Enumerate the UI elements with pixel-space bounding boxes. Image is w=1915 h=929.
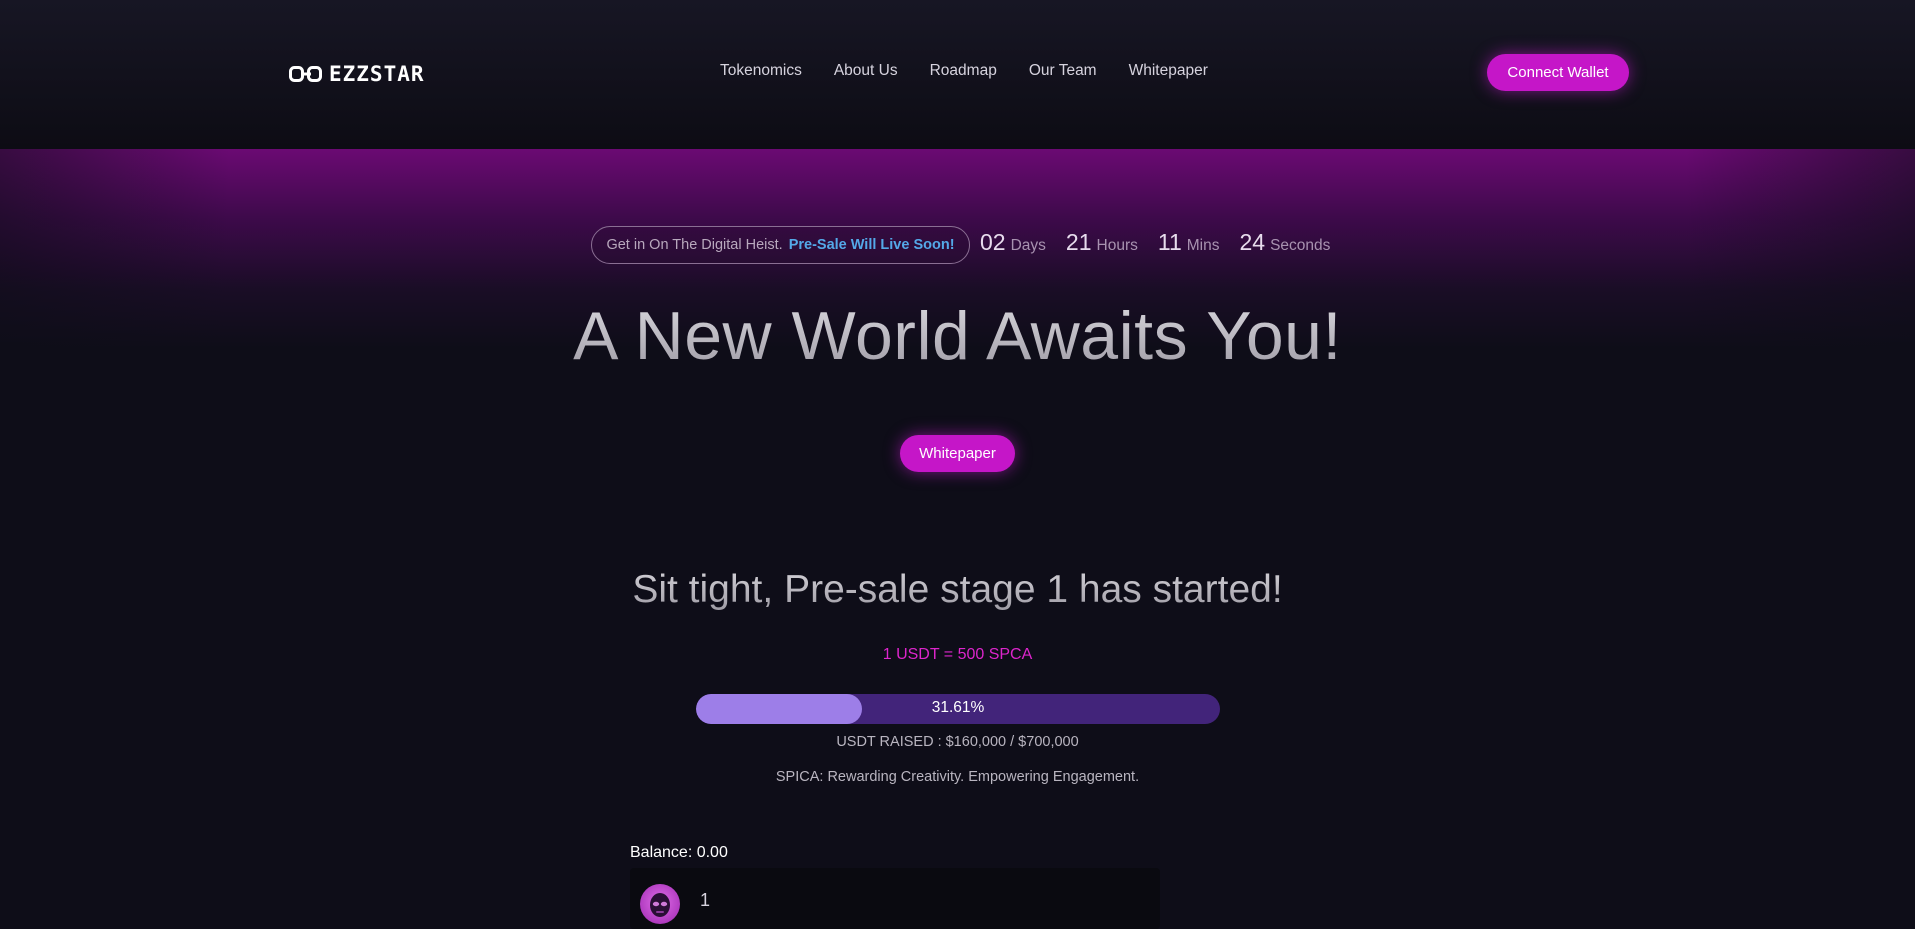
- exchange-rate: 1 USDT = 500 SPCA: [882, 646, 1033, 663]
- nav-item-about-us[interactable]: About Us: [834, 62, 898, 80]
- countdown-days-label: Days: [1010, 237, 1046, 254]
- countdown-hours: 21 Hours: [1066, 229, 1138, 256]
- notice-text: Get in On The Digital Heist.: [606, 237, 783, 253]
- countdown-mins-label: Mins: [1186, 237, 1220, 254]
- balance-label: Balance: 0.00: [630, 844, 728, 861]
- usdt-raised-text: USDT RAISED : $160,000 / $700,000: [836, 734, 1079, 750]
- countdown-hours-value: 21: [1065, 229, 1092, 255]
- countdown-seconds-label: Seconds: [1270, 237, 1331, 254]
- amount-input[interactable]: 1: [630, 868, 1160, 929]
- countdown-timer: 02 Days 21 Hours 11 Mins 24 Seconds: [980, 229, 1350, 256]
- nav-item-whitepaper[interactable]: Whitepaper: [1129, 62, 1208, 80]
- progress-percent-label: 31.61%: [931, 699, 985, 716]
- linked-rings-icon: [289, 66, 322, 82]
- amount-value[interactable]: 1: [700, 890, 710, 911]
- countdown-seconds-value: 24: [1239, 229, 1266, 255]
- countdown-seconds: 24 Seconds: [1240, 229, 1331, 256]
- presale-stage-title: Sit tight, Pre-sale stage 1 has started!: [0, 568, 1915, 612]
- countdown-mins-value: 11: [1157, 229, 1182, 255]
- countdown-mins: 11 Mins: [1158, 229, 1220, 256]
- page: EZZSTAR Tokenomics About Us Roadmap Our …: [0, 0, 1915, 929]
- connect-wallet-button[interactable]: Connect Wallet: [1487, 54, 1629, 91]
- brand-name: EZZSTAR: [329, 62, 425, 86]
- alien-avatar-icon: [640, 884, 680, 924]
- nav-item-our-team[interactable]: Our Team: [1029, 62, 1097, 80]
- site-header: EZZSTAR Tokenomics About Us Roadmap Our …: [0, 0, 1915, 149]
- alien-avatar-graphic: [650, 893, 670, 917]
- presale-notice-pill: Get in On The Digital Heist. Pre-Sale Wi…: [591, 226, 970, 264]
- notice-highlight: Pre-Sale Will Live Soon!: [788, 237, 955, 253]
- nav-item-roadmap[interactable]: Roadmap: [930, 62, 997, 80]
- presale-progress-bar: 31.61%: [696, 694, 1220, 724]
- countdown-days: 02 Days: [980, 229, 1046, 256]
- hero-title: A New World Awaits You!: [0, 296, 1915, 376]
- main-nav: Tokenomics About Us Roadmap Our Team Whi…: [720, 62, 1240, 80]
- nav-item-tokenomics[interactable]: Tokenomics: [720, 62, 802, 80]
- whitepaper-button[interactable]: Whitepaper: [900, 435, 1015, 472]
- spica-tagline: SPICA: Rewarding Creativity. Empowering …: [775, 769, 1140, 785]
- brand-logo[interactable]: EZZSTAR: [289, 62, 425, 86]
- countdown-days-value: 02: [980, 229, 1006, 255]
- countdown-hours-label: Hours: [1096, 237, 1138, 254]
